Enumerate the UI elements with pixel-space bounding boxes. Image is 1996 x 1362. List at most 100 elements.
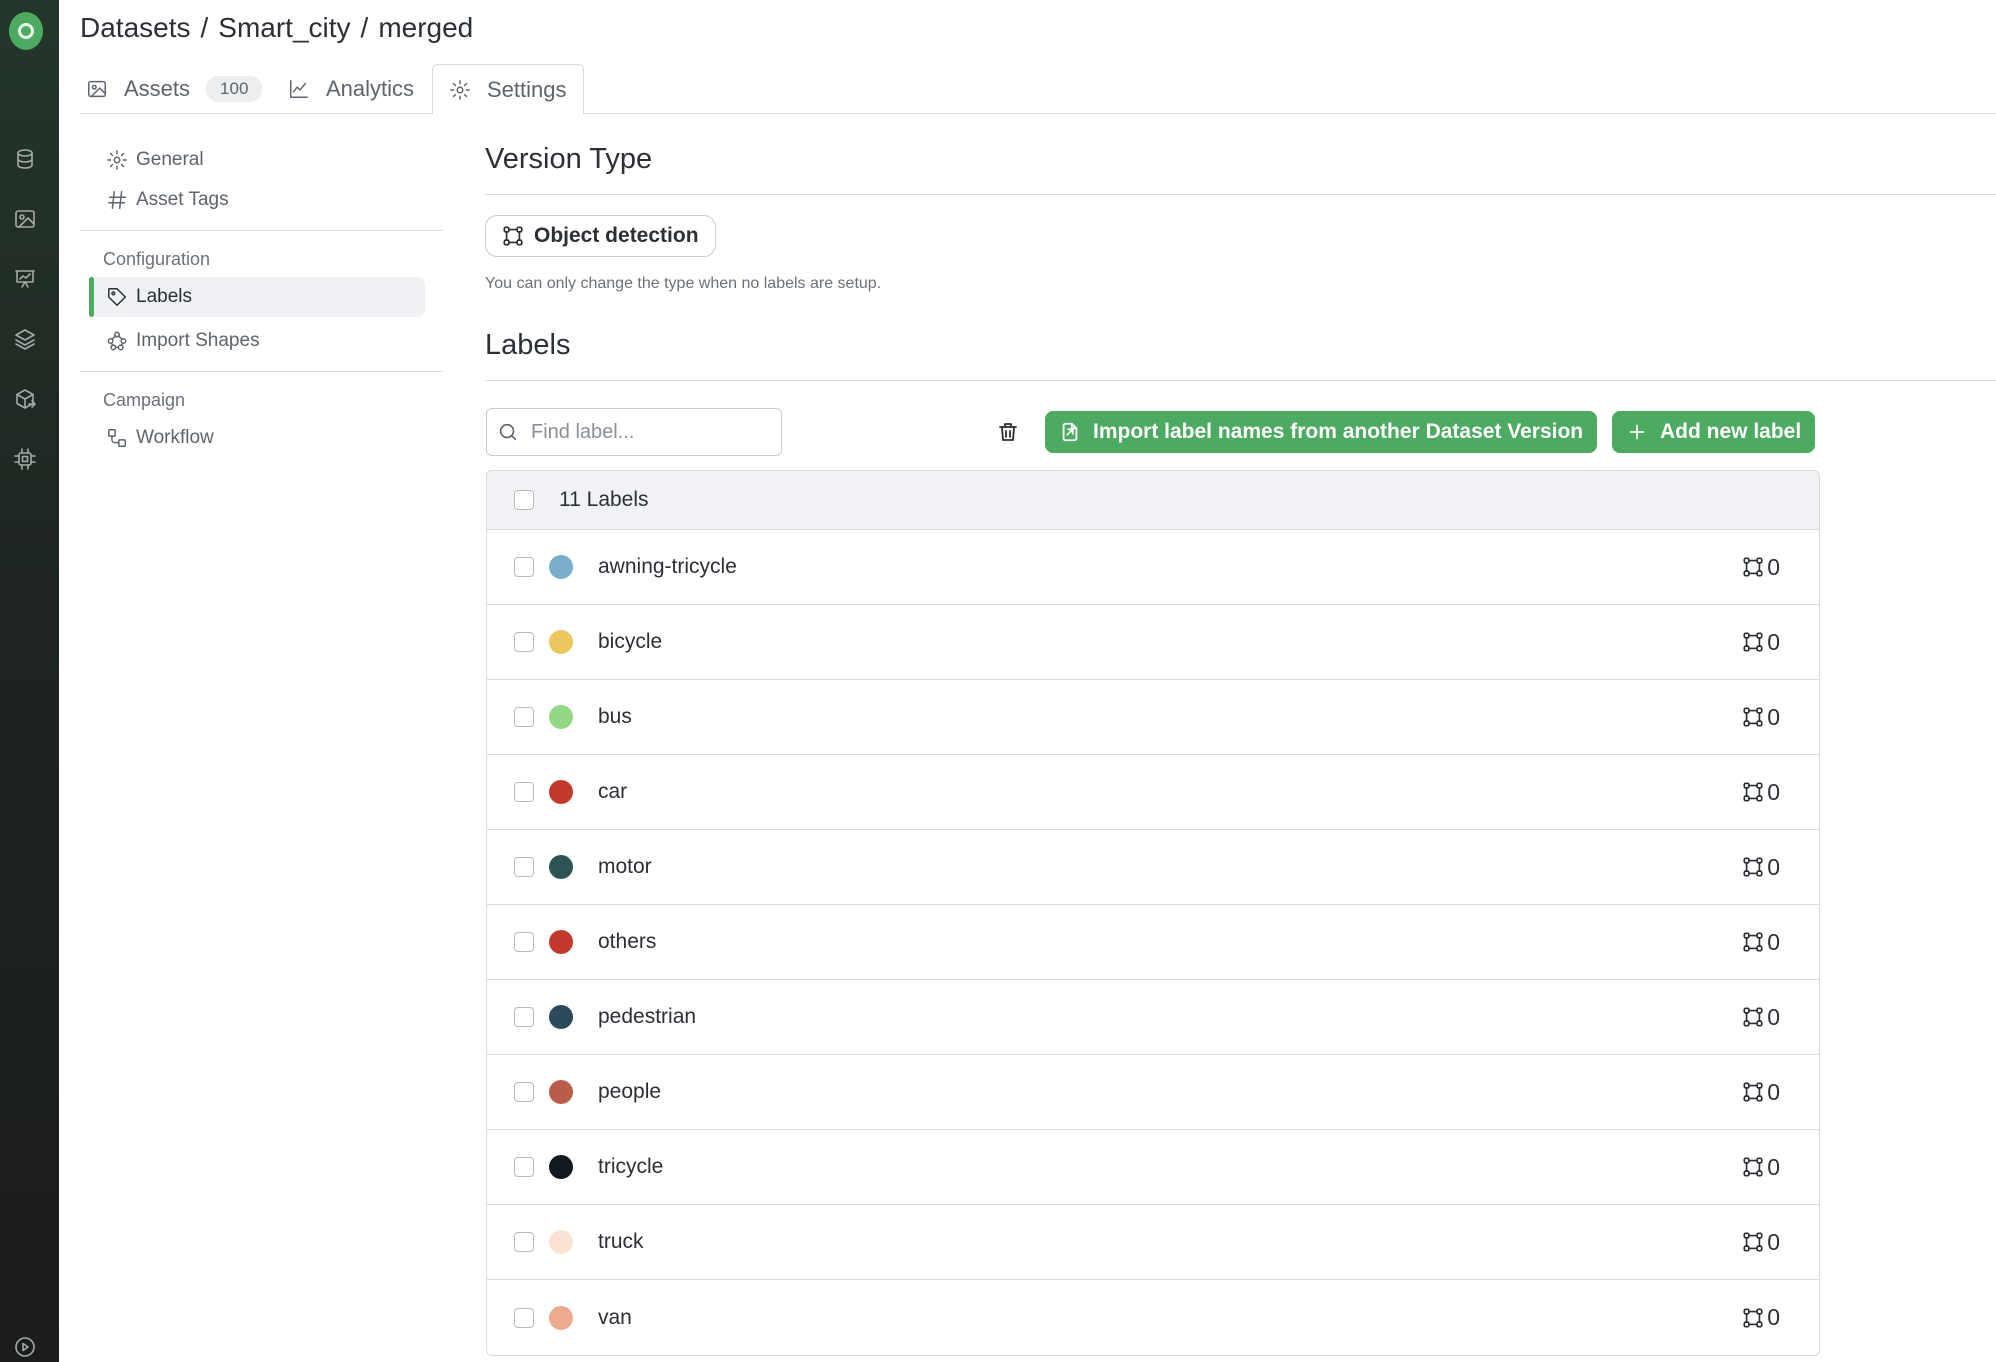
object-detection-button[interactable]: Object detection — [485, 215, 716, 257]
label-name: car — [598, 780, 628, 803]
package-export-icon[interactable] — [12, 386, 38, 412]
chart-line-icon — [290, 80, 308, 98]
nav-item-workflow[interactable]: Workflow — [80, 418, 443, 458]
database-icon[interactable] — [12, 146, 38, 172]
tab-analytics[interactable]: Analytics — [288, 64, 414, 114]
nav-item-general[interactable]: General — [80, 140, 443, 180]
nav-item-asset-tags-label: Asset Tags — [136, 189, 229, 210]
select-all-checkbox[interactable] — [514, 490, 534, 510]
label-shape-count: 0 — [1742, 1079, 1780, 1106]
label-row-checkbox[interactable] — [514, 1082, 534, 1102]
label-row-checkbox[interactable] — [514, 707, 534, 727]
nav-item-import-shapes[interactable]: Import Shapes — [80, 321, 443, 361]
nav-group-configuration: Configuration — [103, 248, 211, 269]
delete-labels-button[interactable] — [994, 418, 1022, 446]
label-row-checkbox[interactable] — [514, 1307, 534, 1328]
bounding-box-icon — [503, 226, 523, 246]
tab-assets-label: Assets — [124, 76, 191, 101]
label-color-swatch — [549, 930, 573, 954]
label-shape-count: 0 — [1742, 1004, 1780, 1031]
nav-item-workflow-label: Workflow — [136, 427, 214, 448]
tab-settings[interactable]: Settings — [432, 64, 584, 115]
label-row[interactable]: bicycle 0 — [487, 605, 1819, 680]
label-row-checkbox[interactable] — [514, 932, 534, 952]
labels-table: 11 Labels awning-tricycle 0 bicycle 0 bu… — [486, 470, 1820, 1356]
nav-item-asset-tags[interactable]: Asset Tags — [80, 180, 443, 220]
label-row[interactable]: van 0 — [487, 1280, 1819, 1355]
label-shape-count: 0 — [1742, 1154, 1780, 1181]
layers-icon[interactable] — [12, 326, 38, 352]
label-row-checkbox[interactable] — [514, 1232, 534, 1252]
label-row[interactable]: people 0 — [487, 1055, 1819, 1130]
labels-table-header: 11 Labels — [487, 471, 1819, 530]
label-color-swatch — [549, 630, 573, 654]
bounding-box-icon — [1743, 632, 1763, 652]
label-search — [486, 408, 782, 456]
assets-count-badge: 100 — [206, 76, 263, 102]
play-circle-icon[interactable] — [12, 1334, 38, 1360]
label-row[interactable]: pedestrian 0 — [487, 980, 1819, 1055]
label-color-swatch — [549, 555, 573, 579]
breadcrumb-datasets[interactable]: Datasets — [80, 12, 191, 43]
bounding-box-icon — [1743, 1232, 1763, 1252]
label-name: bicycle — [598, 630, 663, 653]
version-type-heading: Version Type — [485, 143, 653, 175]
gear-icon — [107, 150, 127, 170]
label-row[interactable]: bus 0 — [487, 680, 1819, 755]
label-shape-count-value: 0 — [1767, 703, 1780, 730]
label-row-checkbox[interactable] — [514, 557, 534, 577]
label-name: pedestrian — [598, 1005, 697, 1028]
file-import-icon — [1062, 422, 1078, 442]
labels-toolbar: Import label names from another Dataset … — [486, 408, 1820, 456]
labels-count: 11 Labels — [559, 488, 649, 511]
nav-group-campaign: Campaign — [103, 389, 186, 410]
nav-item-labels[interactable]: Labels — [89, 277, 425, 317]
label-shape-count: 0 — [1742, 779, 1780, 806]
label-rows: awning-tricycle 0 bicycle 0 bus 0 car 0 — [487, 530, 1819, 1355]
add-new-label-button[interactable]: Add new label — [1612, 411, 1816, 453]
label-row[interactable]: awning-tricycle 0 — [487, 530, 1819, 605]
label-shape-count-value: 0 — [1767, 1003, 1780, 1030]
tab-assets[interactable]: Assets 100 — [86, 64, 263, 114]
label-shape-count: 0 — [1742, 554, 1780, 581]
label-row[interactable]: motor 0 — [487, 830, 1819, 905]
label-row-checkbox[interactable] — [514, 1157, 534, 1177]
gear-icon — [450, 79, 470, 100]
section-divider — [485, 380, 1996, 381]
label-color-swatch — [549, 1305, 573, 1330]
add-new-label-label: Add new label — [1660, 420, 1802, 443]
cpu-icon[interactable] — [12, 446, 38, 472]
breadcrumb: Datasets / Smart_city / merged — [80, 12, 473, 44]
label-row[interactable]: others 0 — [487, 905, 1819, 980]
label-row[interactable]: tricycle 0 — [487, 1130, 1819, 1205]
label-shape-count: 0 — [1742, 704, 1780, 731]
app-rail — [0, 0, 59, 1362]
label-row-checkbox[interactable] — [514, 1007, 534, 1027]
label-shape-count-value: 0 — [1767, 1153, 1780, 1180]
bounding-box-icon — [1743, 1082, 1763, 1102]
tab-settings-label: Settings — [487, 76, 567, 102]
label-row-checkbox[interactable] — [514, 857, 534, 877]
label-name: bus — [598, 705, 632, 728]
label-row-checkbox[interactable] — [514, 782, 534, 802]
image-icon[interactable] — [12, 206, 38, 232]
settings-nav: General Asset Tags Configuration Labels … — [80, 140, 443, 458]
app-logo-icon[interactable] — [9, 12, 43, 50]
label-shape-count-value: 0 — [1767, 1304, 1780, 1330]
breadcrumb-dataset[interactable]: Smart_city — [218, 12, 350, 43]
label-color-swatch — [549, 1230, 573, 1254]
import-label-names-button[interactable]: Import label names from another Dataset … — [1045, 411, 1598, 453]
label-shape-count: 0 — [1742, 1304, 1780, 1331]
version-type-hint: You can only change the type when no lab… — [485, 275, 882, 292]
breadcrumb-separator: / — [200, 12, 209, 43]
presentation-chart-icon[interactable] — [12, 266, 38, 292]
object-detection-label: Object detection — [534, 224, 699, 247]
label-row[interactable]: truck 0 — [487, 1205, 1819, 1280]
label-shape-count-value: 0 — [1767, 553, 1780, 580]
label-search-input[interactable] — [531, 420, 771, 444]
tab-analytics-label: Analytics — [326, 76, 415, 101]
label-row-checkbox[interactable] — [514, 632, 534, 652]
label-row[interactable]: car 0 — [487, 755, 1819, 830]
settings-content: Version Type Object detection You can on… — [485, 140, 1996, 1356]
label-shape-count: 0 — [1742, 1229, 1780, 1256]
